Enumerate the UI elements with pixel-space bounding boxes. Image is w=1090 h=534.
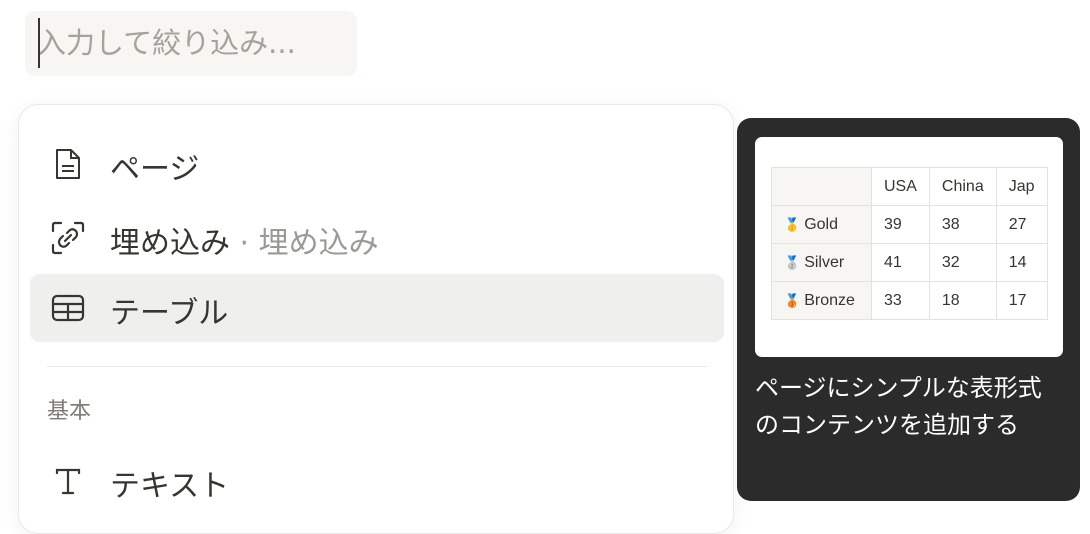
menu-item-label: ページ bbox=[110, 152, 200, 187]
table-cell: 41 bbox=[871, 243, 930, 282]
preview-description: ページにシンプルな表形式のコンテンツを追加する bbox=[755, 374, 1042, 439]
row-label: Bronze bbox=[804, 291, 855, 309]
table-icon bbox=[50, 290, 86, 326]
menu-item-label: 埋め込み bbox=[110, 226, 230, 261]
divider bbox=[47, 366, 707, 367]
block-menu: ページ 埋め込み · 埋め込み テーブル 基本 テキスト bbox=[18, 104, 734, 534]
table-cell: 18 bbox=[928, 281, 997, 320]
preview-thumbnail: USA China Jap 🥇 Gold 39 38 27 🥈 Silver 41 … bbox=[755, 137, 1063, 357]
text-caret bbox=[38, 18, 40, 68]
menu-item-embed[interactable]: 埋め込み · 埋め込み bbox=[30, 204, 724, 272]
filter-input[interactable] bbox=[37, 20, 347, 66]
table-cell: 38 bbox=[928, 205, 997, 244]
table-header-cell: USA bbox=[871, 167, 930, 206]
section-heading-basic: 基本 bbox=[47, 399, 92, 424]
menu-item-text[interactable]: テキスト bbox=[30, 447, 724, 515]
table-cell: 27 bbox=[995, 205, 1048, 244]
table-header-cell: Jap bbox=[995, 167, 1048, 206]
bronze-medal-icon: 🥉 bbox=[784, 292, 801, 308]
table-row: 🥇 Gold 39 38 27 bbox=[771, 205, 1048, 244]
row-label: Gold bbox=[804, 215, 838, 233]
gold-medal-icon: 🥇 bbox=[784, 216, 801, 232]
table-cell: 14 bbox=[995, 243, 1048, 282]
embed-link-icon bbox=[50, 220, 86, 256]
table-cell: 32 bbox=[928, 243, 997, 282]
preview-table: USA China Jap 🥇 Gold 39 38 27 🥈 Silver 41 … bbox=[771, 167, 1048, 320]
table-row-header: 🥉 Bronze bbox=[771, 281, 872, 320]
row-label: Silver bbox=[804, 253, 845, 271]
silver-medal-icon: 🥈 bbox=[784, 254, 801, 270]
table-row-header: 🥇 Gold bbox=[771, 205, 872, 244]
menu-item-page[interactable]: ページ bbox=[30, 130, 724, 198]
menu-item-label: テーブル bbox=[110, 296, 229, 331]
table-cell: 33 bbox=[871, 281, 930, 320]
table-corner-cell bbox=[771, 167, 872, 206]
table-header-row: USA China Jap bbox=[771, 167, 1048, 206]
text-icon bbox=[50, 463, 86, 499]
table-header-cell: China bbox=[928, 167, 997, 206]
table-cell: 17 bbox=[995, 281, 1048, 320]
menu-item-label: テキスト bbox=[110, 469, 230, 504]
table-preview-tooltip: USA China Jap 🥇 Gold 39 38 27 🥈 Silver 41 … bbox=[737, 118, 1080, 501]
filter-box bbox=[25, 11, 357, 76]
table-row-header: 🥈 Silver bbox=[771, 243, 872, 282]
menu-item-table[interactable]: テーブル bbox=[30, 274, 724, 342]
table-row: 🥉 Bronze 33 18 17 bbox=[771, 281, 1048, 320]
menu-item-sublabel: · 埋め込み bbox=[239, 226, 379, 261]
page-icon bbox=[50, 146, 86, 182]
table-cell: 39 bbox=[871, 205, 930, 244]
table-row: 🥈 Silver 41 32 14 bbox=[771, 243, 1048, 282]
